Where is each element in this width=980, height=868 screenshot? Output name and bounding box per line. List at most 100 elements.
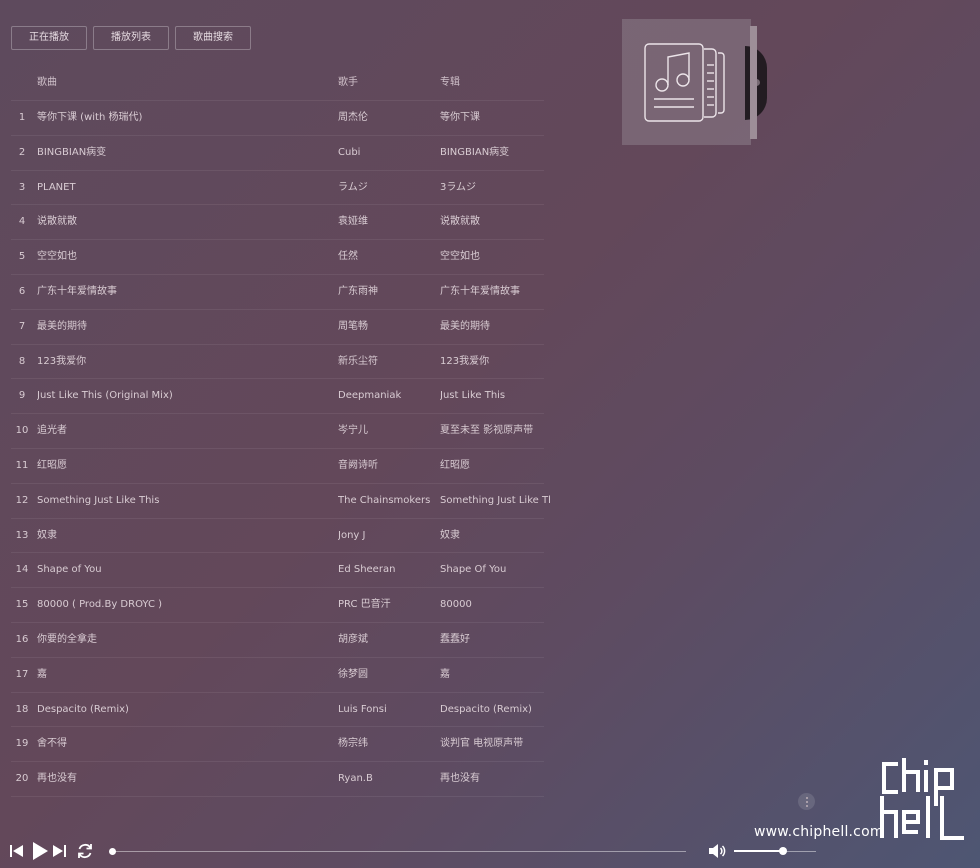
track-number: 15 — [15, 599, 29, 611]
playlist-row[interactable]: 12 Something Just Like This The Chainsmoke… — [11, 484, 550, 519]
album-name: 等你下课 — [440, 112, 480, 123]
progress-bar[interactable] — [112, 851, 686, 852]
artist-name: Ed Sheeran — [338, 564, 396, 576]
playlist-row[interactable]: 18 Despacito (Remix) Luis Fonsi Despacito (… — [11, 693, 544, 728]
artist-name: Jony J — [338, 529, 366, 541]
album-name: 说散就散 — [440, 216, 480, 228]
player-controls — [0, 836, 980, 868]
playlist-row[interactable]: 9 Just Like This (Original Mix) Deepmaniak… — [11, 379, 544, 415]
song-title: BINGBIAN病变 — [37, 146, 107, 158]
song-title: 舍不得 — [37, 738, 67, 750]
tab-playlist[interactable]: 播放列表 — [93, 26, 169, 50]
song-title: Just Like This (Original Mix) — [37, 390, 173, 402]
more-options-button[interactable] — [798, 793, 815, 810]
column-header-artist: 歌手 — [338, 77, 358, 88]
music-playlist-icon — [644, 43, 725, 122]
album-name: 蠢蠢好 — [440, 633, 470, 645]
album-name: 3ラムジ — [440, 181, 477, 193]
album-name: 最美的期待 — [440, 320, 490, 332]
album-name: 嘉 — [440, 668, 450, 680]
album-name: 123我爱你 — [440, 355, 490, 367]
track-number: 1 — [18, 112, 26, 123]
volume-level — [734, 850, 784, 852]
song-title: 嘉 — [37, 668, 47, 680]
album-cover — [622, 19, 751, 145]
track-number: 19 — [15, 738, 29, 750]
track-number: 6 — [18, 285, 26, 297]
artist-name: 新乐尘符 — [338, 355, 378, 367]
artist-name: Cubi — [338, 146, 361, 158]
track-number: 14 — [15, 564, 29, 576]
play-icon[interactable] — [31, 841, 49, 861]
previous-track-icon[interactable] — [9, 843, 24, 859]
song-title: 说散就散 — [37, 216, 77, 228]
cover-edge — [750, 26, 757, 139]
track-number: 9 — [18, 390, 26, 402]
volume-handle[interactable] — [779, 847, 788, 855]
playlist-row[interactable]: 13 奴隶 Jony J 奴隶 — [11, 519, 544, 554]
track-number: 17 — [15, 668, 29, 680]
song-title: Despacito (Remix) — [37, 703, 129, 715]
playlist-row[interactable]: 20 再也没有 Ryan.B 再也没有 — [11, 762, 544, 797]
artist-name: The Chainsmokers — [338, 494, 431, 506]
tab-bar: 正在播放 播放列表 歌曲搜索 — [11, 26, 251, 50]
playlist-row[interactable]: 3 PLANET ラムジ 3ラムジ — [11, 171, 544, 206]
album-name: 再也没有 — [440, 773, 480, 785]
album-name: BINGBIAN病变 — [440, 146, 510, 158]
song-title: 奴隶 — [37, 529, 57, 541]
playlist-row[interactable]: 16 你要的全拿走 胡彦斌 蠢蠢好 — [11, 623, 544, 658]
tab-song-search[interactable]: 歌曲搜索 — [175, 26, 251, 50]
track-number: 4 — [18, 216, 26, 228]
artist-name: 周杰伦 — [338, 112, 368, 123]
track-number: 16 — [15, 633, 29, 645]
album-name: 夏至未至 影视原声带 — [440, 425, 534, 437]
column-header-song: 歌曲 — [37, 77, 57, 88]
album-name: 空空如也 — [440, 251, 480, 263]
track-number: 3 — [18, 181, 26, 193]
track-number: 8 — [18, 355, 26, 367]
playlist-row[interactable]: 2 BINGBIAN病变 Cubi BINGBIAN病变 — [11, 136, 544, 171]
playlist-row[interactable]: 15 80000 ( Prod.By DROYC ) PRC 巴音汗 80000 — [11, 588, 544, 623]
playlist-row[interactable]: 4 说散就散 袁娅维 说散就散 — [11, 205, 544, 241]
playlist-row[interactable]: 1 等你下课 (with 杨瑞代) 周杰伦 等你下课 — [11, 101, 544, 136]
volume-icon[interactable] — [708, 843, 726, 859]
playlist-row[interactable]: 10 追光者 岑宁儿 夏至未至 影视原声带 — [11, 414, 544, 449]
tab-now-playing[interactable]: 正在播放 — [11, 26, 87, 50]
progress-handle[interactable] — [109, 848, 116, 855]
next-track-icon[interactable] — [52, 843, 67, 859]
playlist-row[interactable]: 7 最美的期待 周笔畅 最美的期待 — [11, 310, 544, 345]
track-number: 7 — [18, 320, 26, 332]
artist-name: 任然 — [338, 251, 358, 263]
artist-name: 岑宁儿 — [338, 425, 368, 437]
artist-name: 徐梦圆 — [338, 668, 368, 680]
album-name: 红昭愿 — [440, 459, 470, 471]
playlist-row[interactable]: 6 广东十年爱情故事 广东雨神 广东十年爱情故事 — [11, 275, 544, 310]
song-title: 123我爱你 — [37, 355, 87, 367]
artist-name: Deepmaniak — [338, 390, 402, 402]
artist-name: Luis Fonsi — [338, 703, 387, 715]
playlist-header-row: 歌曲 歌手 专辑 — [11, 66, 544, 101]
song-title: 红昭愿 — [37, 459, 67, 471]
repeat-icon[interactable] — [76, 842, 94, 860]
album-name: 奴隶 — [440, 529, 460, 541]
playlist-row[interactable]: 17 嘉 徐梦圆 嘉 — [11, 658, 544, 693]
playlist-row[interactable]: 14 Shape of You Ed Sheeran Shape Of You — [11, 553, 544, 589]
song-title: Something Just Like This — [37, 494, 160, 506]
playlist-row[interactable]: 8 123我爱你 新乐尘符 123我爱你 — [11, 345, 544, 380]
album-name: Something Just Like This — [440, 494, 550, 506]
song-title: 追光者 — [37, 425, 67, 437]
playlist-row[interactable]: 11 红昭愿 音阙诗听 红昭愿 — [11, 449, 544, 484]
album-name: 80000 — [440, 599, 472, 611]
playlist-row[interactable]: 5 空空如也 任然 空空如也 — [11, 240, 544, 275]
track-number: 2 — [18, 146, 26, 158]
song-title: Shape of You — [37, 564, 102, 576]
track-number: 5 — [18, 251, 26, 263]
playlist-row[interactable]: 19 舍不得 杨宗纬 谈判官 电视原声带 — [11, 727, 544, 763]
song-title: PLANET — [37, 181, 76, 193]
track-number: 13 — [15, 529, 29, 541]
song-title: 80000 ( Prod.By DROYC ) — [37, 599, 163, 611]
album-name: Shape Of You — [440, 564, 507, 576]
album-name: Just Like This — [440, 390, 506, 402]
artist-name: ラムジ — [338, 181, 368, 193]
playlist-table: 歌曲 歌手 专辑 1 等你下课 (with 杨瑞代) 周杰伦 等你下课 2 BINGBIA… — [11, 66, 550, 797]
